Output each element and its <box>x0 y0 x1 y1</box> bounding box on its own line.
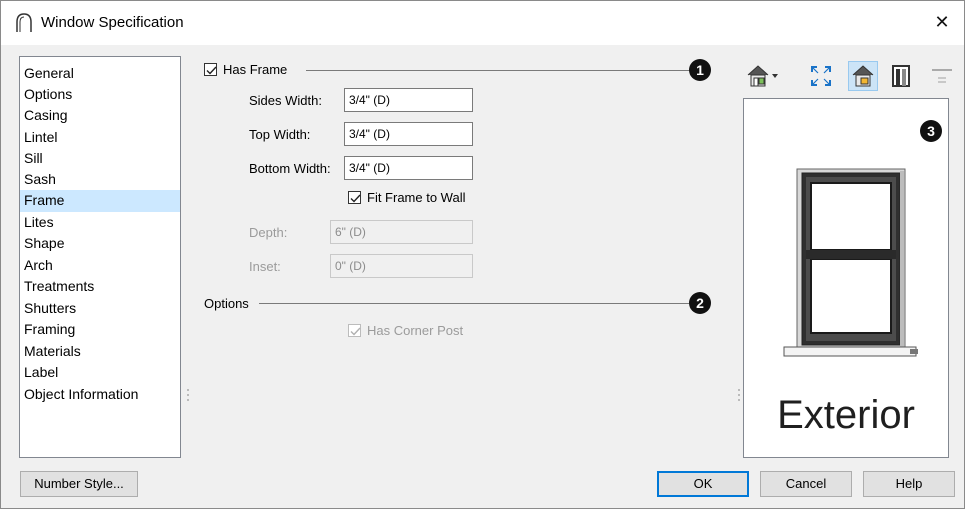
check-icon <box>206 66 217 75</box>
help-button[interactable]: Help <box>863 471 955 497</box>
has-frame-divider <box>306 70 690 71</box>
toggle-icon <box>932 69 952 83</box>
sidebar-item-object-information[interactable]: Object Information <box>20 384 180 406</box>
sidebar-item-lintel[interactable]: Lintel <box>20 127 180 149</box>
title-bar: Window Specification ✕ <box>1 1 964 45</box>
sidebar-item-lites[interactable]: Lites <box>20 212 180 234</box>
preview-view-label: Exterior <box>777 393 915 437</box>
arch-window-icon <box>16 13 32 32</box>
sidebar-item-sash[interactable]: Sash <box>20 169 180 191</box>
window-specification-dialog: Window Specification ✕ General Options C… <box>0 0 965 509</box>
frame-view-button[interactable] <box>886 61 916 91</box>
has-frame-label: Has Frame <box>223 62 288 77</box>
sidebar-item-casing[interactable]: Casing <box>20 105 180 127</box>
sidebar-item-shutters[interactable]: Shutters <box>20 298 180 320</box>
corner-post-label: Has Corner Post <box>367 323 464 338</box>
preview-panel: 3 Exterior <box>743 98 949 458</box>
depth-label: Depth: <box>249 225 288 240</box>
callout-1: 1 <box>689 59 711 81</box>
sidebar-item-label[interactable]: Label <box>20 362 180 384</box>
options-section-label: Options <box>204 296 249 311</box>
toggle-button[interactable] <box>927 61 957 91</box>
bottom-width-field[interactable]: 3/4" (D) <box>344 156 473 180</box>
frame-view-icon <box>892 65 910 87</box>
check-icon <box>350 327 361 336</box>
ok-button[interactable]: OK <box>657 471 749 497</box>
window-preview-image <box>783 168 918 357</box>
top-width-label: Top Width: <box>249 127 311 142</box>
fit-frame-checkbox[interactable] <box>348 191 361 204</box>
has-frame-checkbox[interactable] <box>204 63 217 76</box>
corner-post-checkbox <box>348 324 361 337</box>
sides-width-field[interactable]: 3/4" (D) <box>344 88 473 112</box>
sidebar-item-framing[interactable]: Framing <box>20 319 180 341</box>
sidebar-item-general[interactable]: General <box>20 63 180 85</box>
colors-button[interactable] <box>848 61 878 91</box>
sidebar-item-materials[interactable]: Materials <box>20 341 180 363</box>
depth-field: 6" (D) <box>330 220 473 244</box>
category-list: General Options Casing Lintel Sill Sash … <box>19 56 181 458</box>
close-button[interactable]: ✕ <box>926 7 958 37</box>
inset-field: 0" (D) <box>330 254 473 278</box>
top-width-field[interactable]: 3/4" (D) <box>344 122 473 146</box>
sidebar-item-treatments[interactable]: Treatments <box>20 276 180 298</box>
sidebar-item-sill[interactable]: Sill <box>20 148 180 170</box>
callout-3: 3 <box>920 120 942 142</box>
sidebar-item-shape[interactable]: Shape <box>20 233 180 255</box>
close-icon: ✕ <box>934 12 950 32</box>
fit-frame-label: Fit Frame to Wall <box>367 190 466 205</box>
options-divider <box>259 303 689 304</box>
check-icon <box>350 194 361 203</box>
number-style-button[interactable]: Number Style... <box>20 471 138 497</box>
fill-window-icon <box>811 66 831 86</box>
bottom-width-label: Bottom Width: <box>249 161 331 176</box>
fill-window-button[interactable] <box>806 61 836 91</box>
sides-width-label: Sides Width: <box>249 93 322 108</box>
colors-icon <box>852 65 874 87</box>
view-type-button[interactable] <box>744 61 784 91</box>
sidebar-item-frame[interactable]: Frame <box>20 190 180 212</box>
view-type-icon <box>747 65 778 87</box>
dialog-title: Window Specification <box>41 14 184 31</box>
callout-2: 2 <box>689 292 711 314</box>
inset-label: Inset: <box>249 259 281 274</box>
sidebar-item-options[interactable]: Options <box>20 84 180 106</box>
sidebar-item-arch[interactable]: Arch <box>20 255 180 277</box>
cancel-button[interactable]: Cancel <box>760 471 852 497</box>
